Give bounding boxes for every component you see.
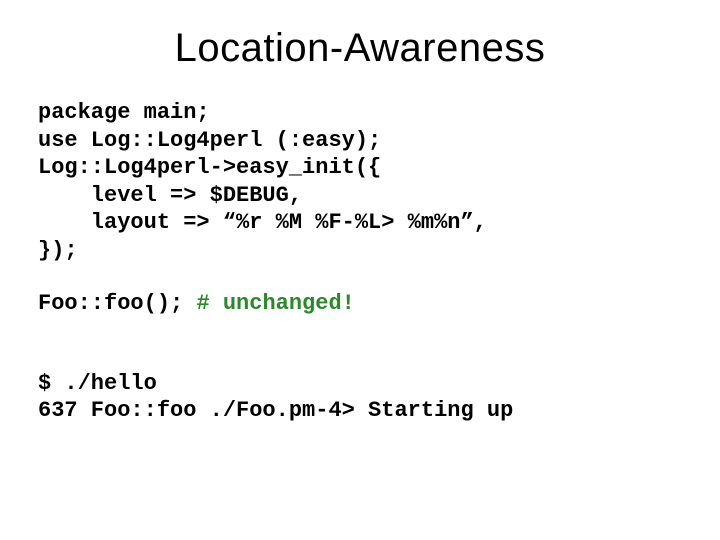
slide: Location-Awareness package main; use Log… [0,0,720,540]
shell-output: 637 Foo::foo ./Foo.pm-4> Starting up [38,398,513,423]
code-call: Foo::foo(); [38,291,196,316]
code-line: }); [38,238,78,263]
output-block: $ ./hello 637 Foo::foo ./Foo.pm-4> Start… [38,370,682,425]
code-block: package main; use Log::Log4perl (:easy);… [38,99,682,264]
shell-command: $ ./hello [38,371,157,396]
spacer [38,264,682,290]
slide-title: Location-Awareness [38,26,682,71]
code-line: package main; [38,100,210,125]
code-line: Log::Log4perl->easy_init({ [38,155,381,180]
code-call-line: Foo::foo(); # unchanged! [38,290,682,318]
code-line: use Log::Log4perl (:easy); [38,128,381,153]
code-comment: # unchanged! [196,291,354,316]
code-line: layout => “%r %M %F-%L> %m%n”, [38,210,487,235]
code-line: level => $DEBUG, [38,183,302,208]
spacer [38,318,682,370]
